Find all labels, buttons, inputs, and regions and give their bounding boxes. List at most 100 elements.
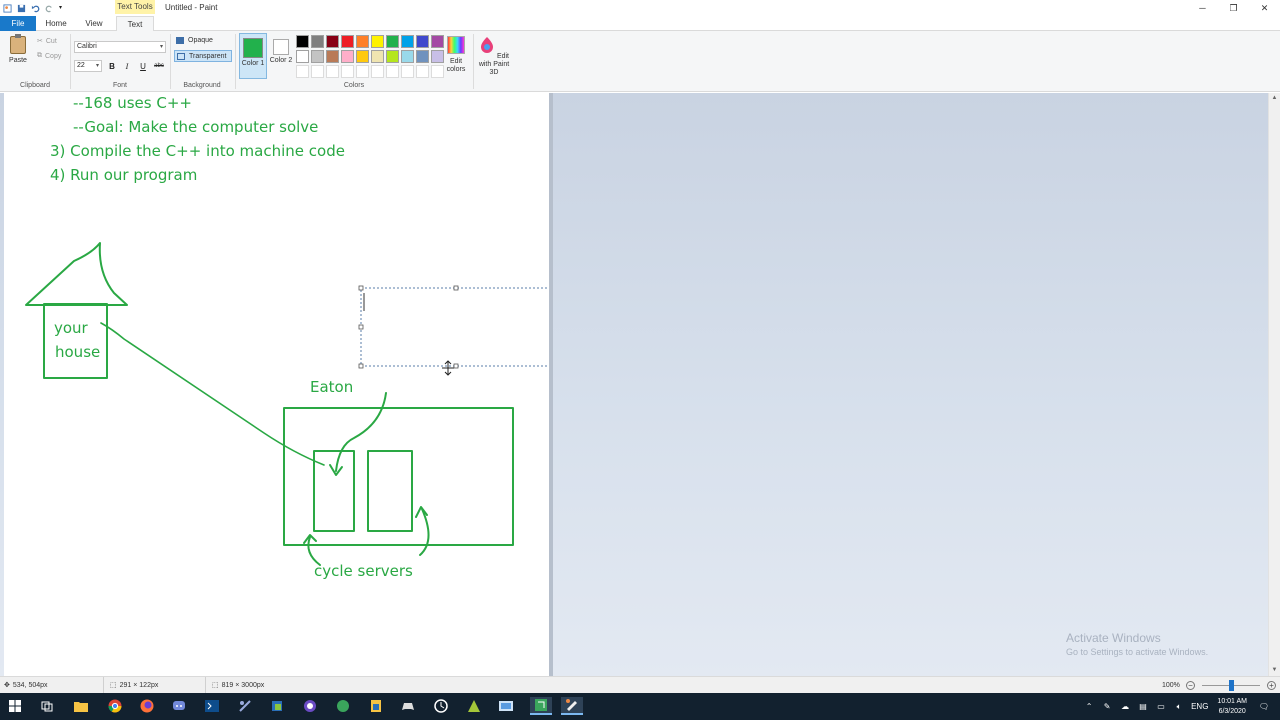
palette-swatch[interactable] xyxy=(296,35,309,48)
chrome-icon[interactable] xyxy=(106,697,124,715)
zoom-in-button[interactable]: + xyxy=(1267,681,1276,690)
freehand-drawing xyxy=(25,242,549,566)
palette-swatch[interactable] xyxy=(356,35,369,48)
copy-icon: ⧉ xyxy=(37,52,42,59)
custom-color-slot[interactable] xyxy=(371,65,384,78)
tab-view[interactable]: View xyxy=(80,16,108,31)
firefox-icon[interactable] xyxy=(138,697,156,715)
palette-swatch[interactable] xyxy=(311,35,324,48)
restore-button[interactable]: ❐ xyxy=(1218,0,1249,16)
app-icon[interactable] xyxy=(432,697,450,715)
palette-swatch[interactable] xyxy=(341,35,354,48)
discord-icon[interactable] xyxy=(170,697,188,715)
color-2-button[interactable]: Color 2 xyxy=(269,33,293,79)
font-family-select[interactable]: Calibri ▾ xyxy=(74,41,166,53)
palette-swatch[interactable] xyxy=(416,35,429,48)
transparent-option[interactable]: Transparent xyxy=(174,50,232,62)
palette-swatch[interactable] xyxy=(326,35,339,48)
start-icon[interactable] xyxy=(6,697,24,715)
app-icon[interactable] xyxy=(530,697,552,715)
ribbon: Paste ✂ Cut ⧉ Copy Clipboard Calibri ▾ 2… xyxy=(0,31,1280,92)
bold-button[interactable]: B xyxy=(106,61,118,72)
app-icon[interactable] xyxy=(301,697,319,715)
tab-file[interactable]: File xyxy=(0,16,36,31)
tab-text[interactable]: Text xyxy=(116,16,154,32)
language-indicator[interactable]: ENG xyxy=(1191,701,1208,713)
palette-swatch[interactable] xyxy=(326,50,339,63)
clock[interactable]: 10:01 AM 6/3/2020 xyxy=(1217,697,1247,717)
strikethrough-button[interactable]: abc xyxy=(152,61,166,72)
palette-swatch[interactable] xyxy=(296,50,309,63)
custom-color-slot[interactable] xyxy=(401,65,414,78)
volume-icon[interactable]: 🔈︎ xyxy=(1173,701,1185,713)
paste-button[interactable]: Paste xyxy=(6,34,30,72)
underline-button[interactable]: U xyxy=(137,61,149,72)
palette-swatch[interactable] xyxy=(416,50,429,63)
app-icon[interactable] xyxy=(268,697,286,715)
custom-color-slot[interactable] xyxy=(416,65,429,78)
palette-swatch[interactable] xyxy=(386,35,399,48)
color-1-button[interactable]: Color 1 xyxy=(239,33,267,79)
palette-swatch[interactable] xyxy=(401,50,414,63)
paint-icon[interactable] xyxy=(561,697,583,715)
scroll-up-icon[interactable]: ▲ xyxy=(1269,93,1280,104)
palette-swatch[interactable] xyxy=(431,50,444,63)
edit-with-paint3d-button[interactable]: Edit with Paint 3D xyxy=(476,36,512,77)
save-icon[interactable] xyxy=(17,4,26,13)
palette-swatch[interactable] xyxy=(401,35,414,48)
powershell-icon[interactable] xyxy=(203,697,221,715)
close-button[interactable]: ✕ xyxy=(1249,0,1280,16)
font-size-select[interactable]: 22 ▾ xyxy=(74,60,102,72)
file-explorer-icon[interactable] xyxy=(72,697,90,715)
customize-qat-icon[interactable]: ▾ xyxy=(59,4,68,13)
zoom-out-button[interactable]: − xyxy=(1186,681,1195,690)
custom-color-slot[interactable] xyxy=(356,65,369,78)
pen-icon[interactable]: ✎ xyxy=(1101,701,1113,713)
palette-swatch[interactable] xyxy=(386,50,399,63)
custom-color-slot[interactable] xyxy=(326,65,339,78)
palette-swatch[interactable] xyxy=(341,50,354,63)
redo-icon[interactable] xyxy=(45,4,54,13)
copy-button[interactable]: ⧉ Copy xyxy=(37,52,61,60)
tab-home[interactable]: Home xyxy=(40,16,72,31)
custom-color-slot[interactable] xyxy=(341,65,354,78)
opaque-option[interactable]: Opaque xyxy=(174,35,232,47)
app-icon[interactable] xyxy=(465,697,483,715)
edit-colors-button[interactable]: Edit colors xyxy=(444,36,468,74)
house-label-line-2: house xyxy=(55,343,101,361)
custom-color-slot[interactable] xyxy=(311,65,324,78)
custom-color-slot[interactable] xyxy=(386,65,399,78)
palette-swatch[interactable] xyxy=(371,35,384,48)
taskbar: ⌃ ✎ ☁ ▤ ▭ 🔈︎ ENG 10:01 AM 6/3/2020 🗨︎ xyxy=(0,693,1280,720)
server-rack-right xyxy=(367,450,413,532)
palette-swatch[interactable] xyxy=(356,50,369,63)
scroll-down-icon[interactable]: ▼ xyxy=(1269,665,1280,676)
color-wheel-icon xyxy=(447,36,465,54)
custom-color-slot[interactable] xyxy=(431,65,444,78)
italic-button[interactable]: I xyxy=(121,61,133,72)
background-group-label: Background xyxy=(183,82,221,89)
drawing-canvas[interactable]: --168 uses C++ --Goal: Make the computer… xyxy=(4,93,549,676)
custom-color-slot[interactable] xyxy=(296,65,309,78)
chevron-up-icon[interactable]: ⌃ xyxy=(1083,701,1095,713)
cut-button[interactable]: ✂ Cut xyxy=(37,37,57,46)
zoom-slider-thumb[interactable] xyxy=(1229,680,1234,691)
minimize-button[interactable]: ─ xyxy=(1187,0,1218,16)
undo-icon[interactable] xyxy=(31,4,40,13)
app-icon[interactable] xyxy=(367,697,385,715)
app-icon[interactable] xyxy=(236,697,254,715)
vertical-scrollbar[interactable]: ▲ ▼ xyxy=(1268,93,1280,676)
app-icon[interactable] xyxy=(334,697,352,715)
palette-swatch[interactable] xyxy=(371,50,384,63)
palette-swatch[interactable] xyxy=(311,50,324,63)
app-icon[interactable] xyxy=(497,697,515,715)
battery-icon[interactable]: ▭ xyxy=(1155,701,1167,713)
color-palette xyxy=(296,35,444,78)
cloud-icon[interactable]: ☁ xyxy=(1119,701,1131,713)
task-view-icon[interactable] xyxy=(38,697,56,715)
paste-label: Paste xyxy=(9,57,27,64)
palette-swatch[interactable] xyxy=(431,35,444,48)
network-icon[interactable]: ▤ xyxy=(1137,701,1149,713)
games-icon[interactable] xyxy=(399,697,417,715)
notification-icon[interactable]: 🗨︎ xyxy=(1258,701,1270,713)
